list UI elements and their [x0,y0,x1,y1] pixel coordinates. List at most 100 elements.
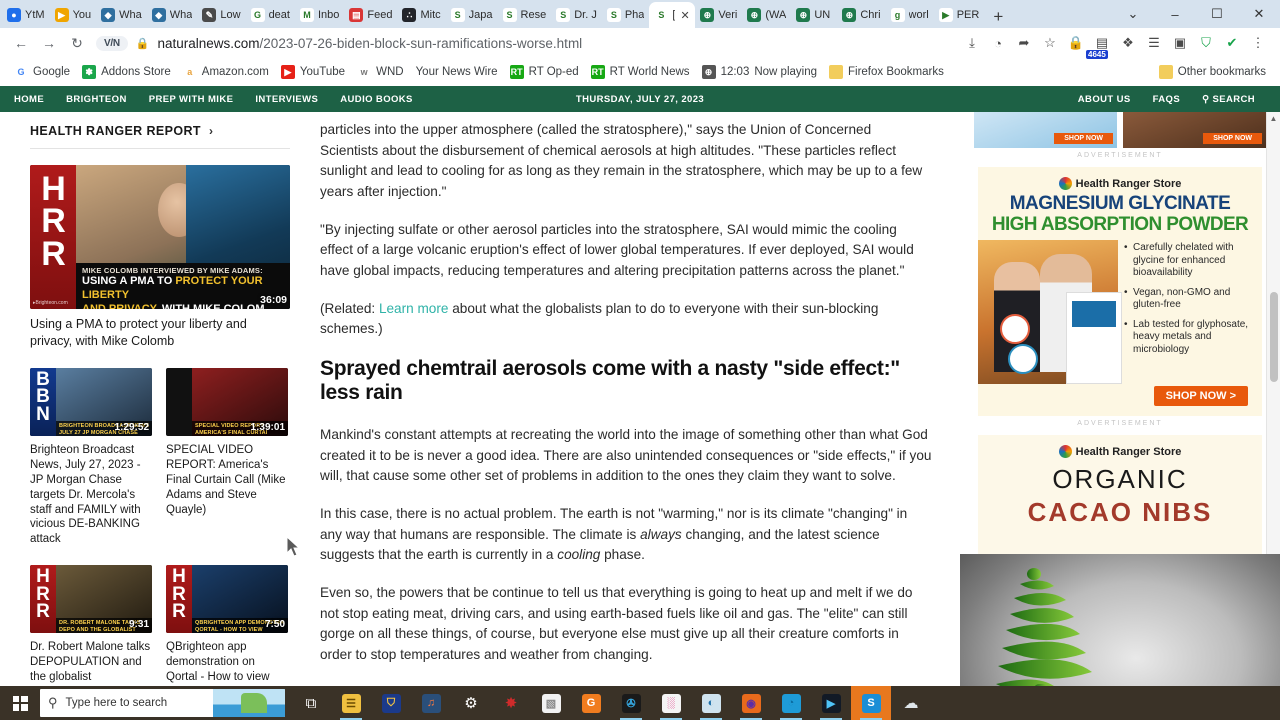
video-thumbnail[interactable]: B B N BRIGHTEON BROADCAST NEWS JULY 27 JP M… [30,367,152,436]
skype-icon[interactable]: S [851,686,891,720]
video-card[interactable]: H R R DR. ROBERT MALONE TALKS DEPO AND THE … [30,565,152,686]
vpn-indicator[interactable]: V/N [96,35,128,51]
new-tab-button[interactable]: + [984,8,1012,28]
document-icon[interactable]: ▧ [531,686,571,720]
tab-list-button[interactable]: ⌄ [1112,6,1154,22]
start-button[interactable] [0,686,40,720]
bookmark-item[interactable]: w WND [351,63,409,81]
video-thumbnail[interactable]: H R R QBRIGHTEON APP DEMONSTRA QORTAL - HOW… [166,565,288,634]
chrome-menu-icon[interactable]: ⋮ [1246,30,1270,56]
bookmark-item[interactable]: Your News Wire [410,64,504,80]
browser-tab[interactable]: M Inbo [295,2,344,28]
site-nav-item[interactable]: PREP WITH MIKE [138,94,245,105]
ad-shop-now-button[interactable]: SHOP NOW > [1153,386,1248,406]
browser-tab[interactable]: g worl [886,2,934,28]
browser-tab[interactable]: ⊕ Chri [837,2,885,28]
bookmark-item[interactable]: RT RT Op-ed [504,63,585,81]
magnesium-ad[interactable]: Health Ranger Store MAGNESIUM GLYCINATE … [978,167,1262,416]
scroll-up-arrow[interactable]: ▲ [1267,114,1280,123]
bookmark-item[interactable]: ✽ Addons Store [76,63,177,81]
bookmark-item[interactable]: ▶ YouTube [275,63,351,81]
firefox-icon[interactable]: ◉ [731,686,771,720]
minimize-button[interactable]: – [1154,7,1196,22]
screen-recorder-icon[interactable]: ◐ [691,686,731,720]
video-title[interactable]: Dr. Robert Malone talks DEPOPULATION and… [30,640,152,686]
file-explorer-icon[interactable]: ☰ [331,686,371,720]
video-thumbnail[interactable]: H R R DR. ROBERT MALONE TALKS DEPO AND THE … [30,565,152,634]
bookmark-item[interactable]: a Amazon.com [177,63,275,81]
install-icon[interactable]: ⤓ [960,30,984,56]
tab-close-icon[interactable]: ✕ [680,9,689,22]
featured-video[interactable]: HRR ▸Brighteon.com MIKE COLOMB INTERVIEW… [30,165,290,350]
maximize-button[interactable]: ☐ [1196,6,1238,22]
featured-video-title[interactable]: Using a PMA to protect your liberty and … [30,316,290,350]
video-thumbnail[interactable]: SPECIAL VIDEO REPORT AMERICA'S FINAL CUR… [166,367,288,436]
browser-tab[interactable]: ◆ Wha [96,2,147,28]
puzzle-extensions-icon[interactable]: ❖ [1116,30,1140,56]
bookmark-item[interactable]: Firefox Bookmarks [823,63,950,81]
vpn-app-icon[interactable]: ⛉ [371,686,411,720]
nav-about-us[interactable]: ABOUT US [1078,94,1142,105]
bookmark-item[interactable]: ⊕ 12:03 Now playing [696,63,823,81]
gimp-icon[interactable]: ✸ [491,686,531,720]
video-card[interactable]: SPECIAL VIDEO REPORT AMERICA'S FINAL CUR… [166,367,288,548]
browser-tab[interactable]: ⊕ (WA [742,2,791,28]
browser-tab[interactable]: ● YtM [2,2,50,28]
browser-tab[interactable]: S Japa [446,2,498,28]
krita-icon[interactable]: ✇ [611,686,651,720]
cacao-ad[interactable]: Health Ranger Store ORGANIC CACAO NIBS [978,435,1262,565]
pine-grove-news-video-overlay[interactable]: Pine Grove News with Mark Lawrence [960,554,1280,686]
playlist-icon[interactable]: ☰ [1142,30,1166,56]
video-card[interactable]: H R R QBRIGHTEON APP DEMONSTRA QORTAL - HOW… [166,565,288,686]
back-icon[interactable]: ← [8,30,34,56]
health-ranger-report-header[interactable]: HEALTH RANGER REPORT › [30,124,290,149]
forward-icon[interactable]: → [36,30,62,56]
adblock-shield-icon[interactable]: 🔒 [1064,30,1088,56]
browser-tab[interactable]: S[✕ [649,2,696,28]
browser-tab[interactable]: S Pha [602,2,650,28]
reload-icon[interactable]: ↻ [64,30,90,56]
top-ad-strip[interactable]: SHOP NOW SHOP NOW [960,112,1280,148]
browser-tab[interactable]: S Rese [498,2,552,28]
security-check-icon[interactable]: ✔ [1220,30,1244,56]
video-title[interactable]: Brighteon Broadcast News, July 27, 2023 … [30,443,152,548]
browser-tab[interactable]: ▶ You [50,2,97,28]
site-search-button[interactable]: ⚲ SEARCH [1191,94,1266,105]
edge-icon[interactable]: ◔ [771,686,811,720]
gotomeeting-icon[interactable]: G [571,686,611,720]
extension-counter-icon[interactable]: ▤ 4645 [1086,30,1114,59]
sidepanel-icon[interactable]: ▣ [1168,30,1192,56]
video-title[interactable]: SPECIAL VIDEO REPORT: America's Final Cu… [166,443,288,518]
speedometer-icon[interactable]: ◔ [986,30,1010,56]
task-view-icon[interactable]: ⧉ [291,686,331,720]
profile-icon[interactable]: ⛉ [1194,30,1218,56]
video-title[interactable]: QBrighteon app demonstration on Qortal -… [166,640,288,686]
close-window-button[interactable]: ✕ [1238,6,1280,22]
shop-now-button[interactable]: SHOP NOW [1203,133,1262,144]
featured-thumbnail[interactable]: HRR ▸Brighteon.com MIKE COLOMB INTERVIEW… [30,165,290,309]
onedrive-icon[interactable]: ☁ [891,686,931,720]
obs-studio-icon[interactable]: ▶ [811,686,851,720]
browser-tab[interactable]: ▤ Feed [344,2,397,28]
share-icon[interactable]: ➦ [1012,30,1036,56]
ad-banner-right[interactable]: SHOP NOW [1123,112,1266,148]
browser-tab[interactable]: Gdeat [246,2,295,28]
taskbar-search-box[interactable]: ⚲ Type here to search [40,689,285,717]
browser-tab[interactable]: ◆ Wha [147,2,198,28]
site-nav-item[interactable]: INTERVIEWS [244,94,329,105]
shop-now-button[interactable]: SHOP NOW [1054,133,1113,144]
browser-tab[interactable]: ∴ Mitc [397,2,445,28]
notes-icon[interactable]: ░ [651,686,691,720]
video-card[interactable]: B B N BRIGHTEON BROADCAST NEWS JULY 27 JP M… [30,367,152,548]
settings-gear-icon[interactable]: ⚙ [451,686,491,720]
browser-tab[interactable]: ✎ Low [197,2,245,28]
learn-more-link[interactable]: Learn more [379,301,449,316]
other-bookmarks-button[interactable]: Other bookmarks [1153,63,1272,81]
address-bar[interactable]: naturalnews.com/2023-07-26-biden-block-s… [157,36,582,51]
scrollbar-thumb[interactable] [1270,292,1278,382]
bookmark-item[interactable]: G Google [8,63,76,81]
bookmark-item[interactable]: RT RT World News [585,63,696,81]
browser-tab[interactable]: ▶ PER [934,2,985,28]
ad-banner-left[interactable]: SHOP NOW [974,112,1117,148]
site-nav-item[interactable]: BRIGHTEON [55,94,138,105]
